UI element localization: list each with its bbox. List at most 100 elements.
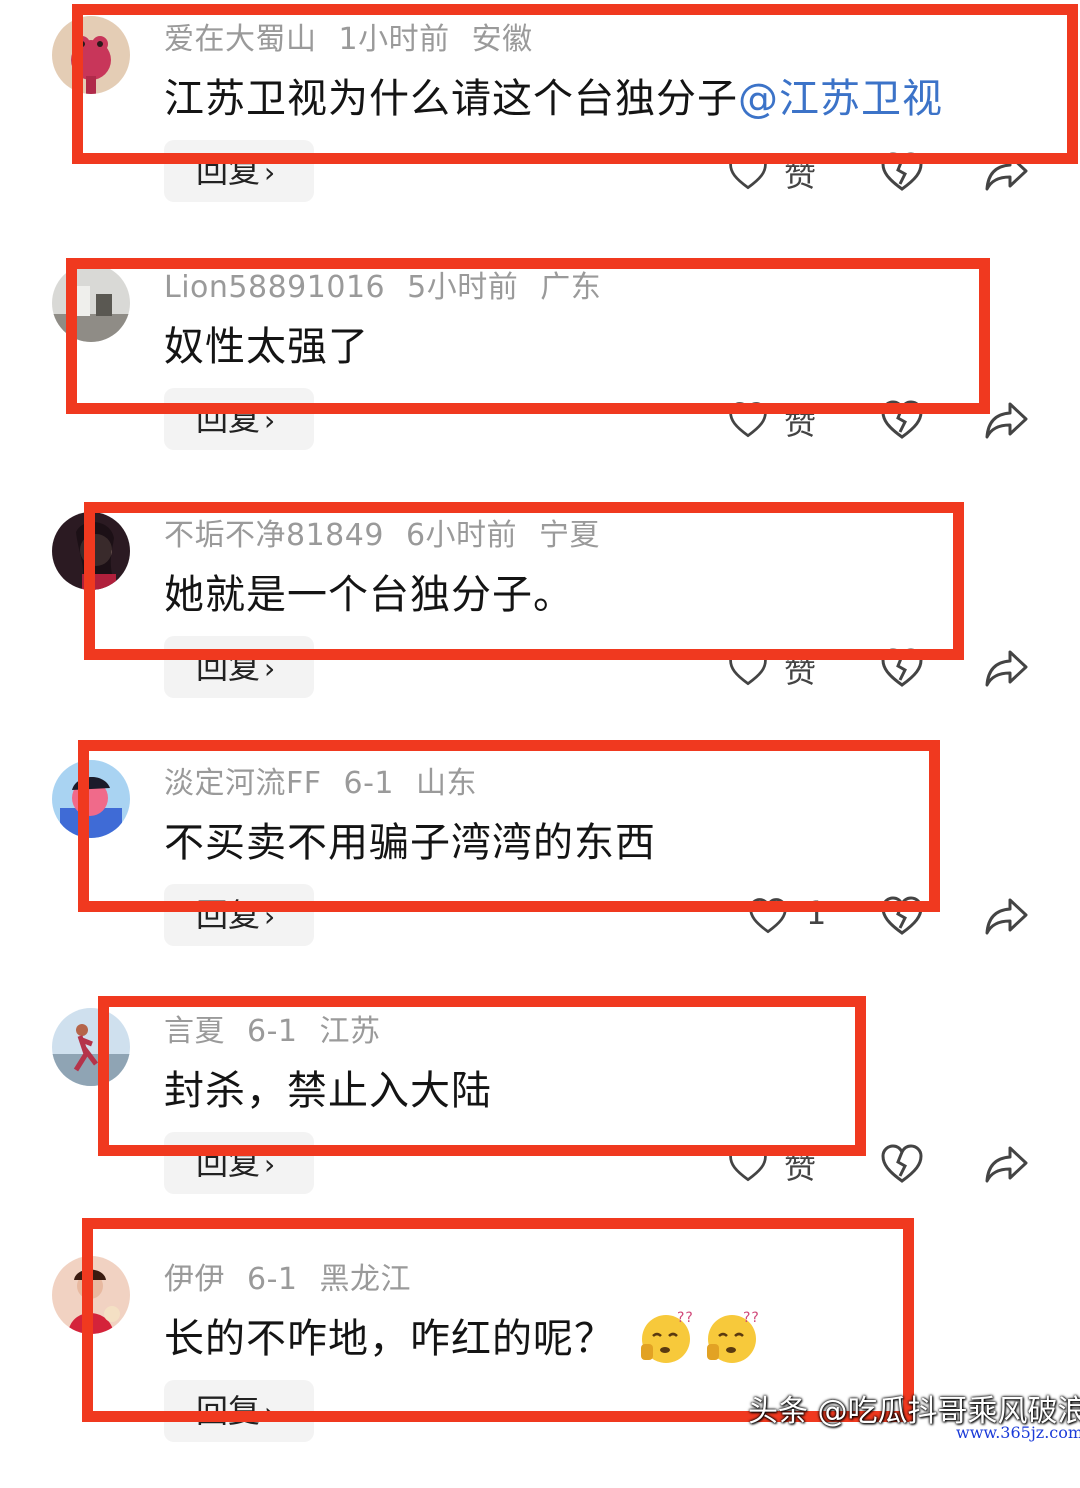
comment-meta: Lion58891016 5小时前 广东 [164, 262, 623, 306]
timestamp: 1小时前 [338, 22, 450, 57]
heart-icon [726, 1142, 770, 1186]
comment-text: 不买卖不用骗子湾湾的东西 [164, 810, 656, 868]
comment-meta: 伊伊 6-1 黑龙江 [164, 1254, 433, 1298]
comment-text: 她就是一个台独分子。 [164, 562, 574, 620]
reply-label: 回复 [196, 896, 261, 934]
comment-meta: 淡定河流FF 6-1 山东 [164, 758, 499, 802]
avatar[interactable] [52, 1008, 130, 1086]
reply-button[interactable]: 回复 › [164, 1380, 314, 1442]
share-button[interactable] [982, 644, 1030, 692]
broken-heart-icon [878, 1140, 926, 1188]
chevron-right-icon: › [264, 652, 276, 685]
chevron-right-icon: › [264, 900, 276, 933]
confused-face-emoji: ?? [703, 1308, 761, 1366]
username[interactable]: Lion58891016 [164, 270, 385, 305]
location: 广东 [540, 270, 602, 305]
share-arrow-icon [982, 892, 1030, 940]
location: 黑龙江 [319, 1262, 411, 1297]
broken-heart-icon [878, 644, 926, 692]
heart-icon [726, 398, 770, 442]
location: 江苏 [319, 1014, 381, 1049]
dislike-button[interactable] [878, 396, 926, 444]
chevron-right-icon: › [264, 404, 276, 437]
username[interactable]: 爱在大蜀山 [164, 22, 317, 57]
username[interactable]: 淡定河流FF [164, 766, 322, 801]
chevron-right-icon: › [264, 156, 276, 189]
comment-text: 江苏卫视为什么请这个台独分子@江苏卫视 [164, 66, 943, 124]
timestamp: 6-1 [247, 1014, 298, 1049]
chevron-right-icon: › [264, 1148, 276, 1181]
like-label: 赞 [784, 1148, 817, 1186]
like-label: 赞 [784, 404, 817, 442]
dislike-button[interactable] [878, 148, 926, 196]
share-arrow-icon [982, 644, 1030, 692]
comment-item: 爱在大蜀山 1小时前 安徽 江苏卫视为什么请这个台独分子@江苏卫视 回复 › 赞 [0, 0, 1080, 248]
avatar[interactable] [52, 512, 130, 590]
reply-button[interactable]: 回复 › [164, 884, 314, 946]
like-count: 1 [806, 894, 827, 932]
reply-label: 回复 [196, 1144, 261, 1182]
comment-body: 长的不咋地，咋红的呢？ [164, 1316, 615, 1362]
timestamp: 6-1 [343, 766, 395, 801]
timestamp: 5小时前 [407, 270, 519, 305]
avatar[interactable] [52, 760, 130, 838]
reply-label: 回复 [196, 152, 261, 190]
comment-item: Lion58891016 5小时前 广东 奴性太强了 回复 › 赞 [0, 248, 1080, 496]
username[interactable]: 不垢不净81849 [164, 518, 384, 553]
timestamp: 6-1 [247, 1262, 298, 1297]
svg-text:??: ?? [743, 1310, 760, 1326]
confused-face-emoji: ?? [637, 1308, 695, 1366]
avatar[interactable] [52, 1256, 130, 1334]
share-button[interactable] [982, 892, 1030, 940]
like-label: 赞 [784, 156, 817, 194]
reply-label: 回复 [196, 1392, 261, 1430]
username[interactable]: 言夏 [164, 1014, 225, 1049]
comment-body: 封杀，禁止入大陆 [164, 1068, 492, 1114]
reply-button[interactable]: 回复 › [164, 140, 314, 202]
dislike-button[interactable] [878, 892, 926, 940]
reply-button[interactable]: 回复 › [164, 388, 314, 450]
share-arrow-icon [982, 396, 1030, 444]
comment-text: 封杀，禁止入大陆 [164, 1058, 492, 1116]
share-arrow-icon [982, 148, 1030, 196]
heart-icon [726, 150, 770, 194]
share-button[interactable] [982, 148, 1030, 196]
chevron-right-icon: › [264, 1396, 276, 1429]
broken-heart-icon [878, 148, 926, 196]
username[interactable]: 伊伊 [164, 1262, 225, 1297]
share-arrow-icon [982, 1140, 1030, 1188]
dislike-button[interactable] [878, 644, 926, 692]
mention-link[interactable]: @江苏卫视 [738, 76, 943, 122]
location: 宁夏 [539, 518, 601, 553]
heart-icon [726, 646, 770, 690]
svg-text:??: ?? [677, 1310, 694, 1326]
avatar[interactable] [52, 264, 130, 342]
broken-heart-icon [878, 396, 926, 444]
like-label: 赞 [784, 652, 817, 690]
comment-item: 伊伊 6-1 黑龙江 长的不咋地，咋红的呢？ ???? 回复 › [0, 1240, 1080, 1488]
comment-body: 不买卖不用骗子湾湾的东西 [164, 820, 656, 866]
dislike-button[interactable] [878, 1140, 926, 1188]
reply-label: 回复 [196, 648, 261, 686]
comment-item: 不垢不净81849 6小时前 宁夏 她就是一个台独分子。 回复 › 赞 [0, 496, 1080, 744]
reply-label: 回复 [196, 400, 261, 438]
comment-body: 奴性太强了 [164, 324, 369, 370]
location: 山东 [416, 766, 478, 801]
comment-meta: 爱在大蜀山 1小时前 安徽 [164, 14, 555, 58]
timestamp: 6小时前 [405, 518, 518, 553]
reply-button[interactable]: 回复 › [164, 636, 314, 698]
avatar[interactable] [52, 16, 130, 94]
heart-icon [746, 894, 790, 938]
comment-body: 江苏卫视为什么请这个台独分子 [164, 76, 738, 122]
broken-heart-icon [878, 892, 926, 940]
comment-body: 她就是一个台独分子。 [164, 572, 574, 618]
comment-item: 言夏 6-1 江苏 封杀，禁止入大陆 回复 › 赞 [0, 992, 1080, 1240]
comment-meta: 不垢不净81849 6小时前 宁夏 [164, 510, 622, 554]
comment-text: 奴性太强了 [164, 314, 369, 372]
share-button[interactable] [982, 396, 1030, 444]
comment-item: 淡定河流FF 6-1 山东 不买卖不用骗子湾湾的东西 回复 › 1 [0, 744, 1080, 992]
location: 安徽 [471, 22, 533, 57]
share-button[interactable] [982, 1140, 1030, 1188]
watermark-site: www.365jz.com [956, 1423, 1080, 1442]
reply-button[interactable]: 回复 › [164, 1132, 314, 1194]
